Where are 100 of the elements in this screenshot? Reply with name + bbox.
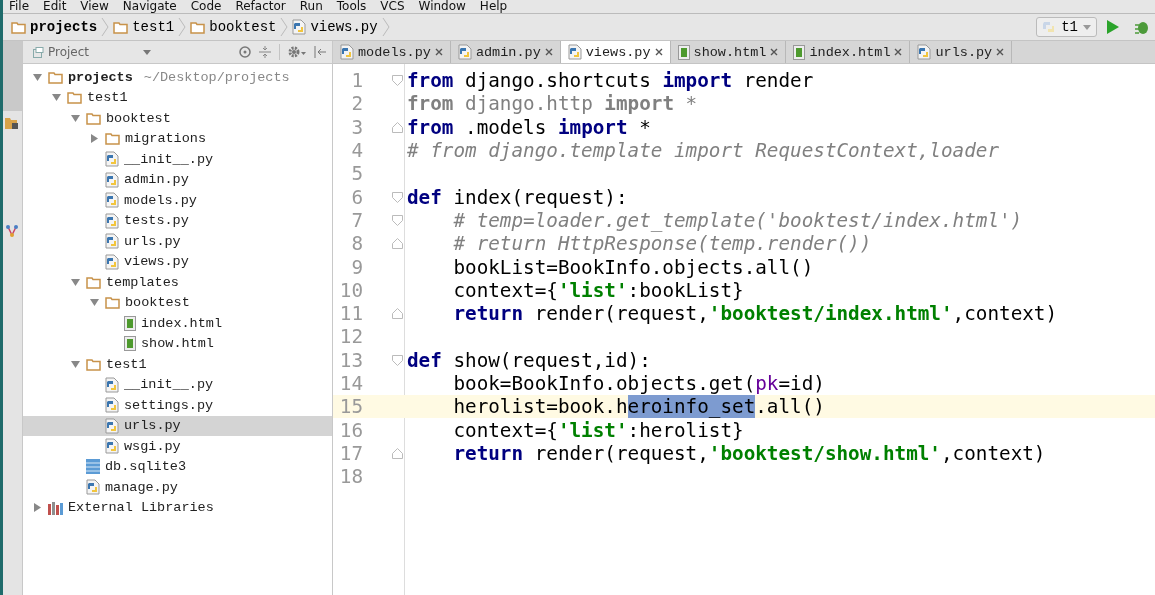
folder-icon: [67, 91, 82, 105]
menu-item[interactable]: View: [80, 0, 109, 13]
menu-item[interactable]: Tools: [336, 0, 367, 13]
breadcrumb-item[interactable]: projects: [11, 19, 98, 35]
tree-item[interactable]: urls.py: [23, 231, 332, 252]
line-number: 3: [350, 115, 363, 139]
fold-marker-icon[interactable]: [392, 214, 403, 226]
menu-item[interactable]: Window: [418, 0, 466, 13]
structure-icon[interactable]: [6, 225, 18, 237]
collapsed-arrow-icon[interactable]: [32, 503, 42, 513]
python-file-icon: [917, 44, 932, 60]
python-file-icon: [105, 171, 119, 188]
line-number: 14: [338, 372, 363, 395]
folder-icon: [86, 111, 101, 125]
fold-marker-icon[interactable]: [392, 121, 403, 133]
close-icon[interactable]: [894, 48, 903, 56]
editor-tab[interactable]: views.py: [560, 41, 671, 63]
folder-icon: [48, 70, 63, 84]
python-file-icon: [86, 479, 100, 496]
tree-item[interactable]: settings.py: [23, 395, 332, 416]
code-line: # from django.template import RequestContext,loader: [407, 139, 1000, 163]
tree-item[interactable]: projects ~/Desktop/projects: [23, 67, 332, 88]
tree-item[interactable]: index.html: [23, 313, 332, 334]
folder-icon: [11, 20, 26, 34]
run-icon[interactable]: [1107, 20, 1119, 34]
python-file-icon: [105, 233, 119, 250]
python-file-icon: [105, 438, 119, 455]
line-number: 16: [338, 418, 363, 442]
tree-item[interactable]: __init__.py: [23, 374, 332, 395]
tree-item[interactable]: test1: [23, 87, 332, 108]
fold-marker-icon[interactable]: [392, 447, 403, 459]
run-config-dropdown[interactable]: t1: [1036, 17, 1097, 37]
database-icon: [86, 459, 100, 475]
menu-item[interactable]: Run: [299, 0, 323, 13]
code-line: context={'list':bookList}: [453, 278, 744, 302]
line-number: 15: [338, 395, 363, 419]
python-file-icon: [105, 192, 119, 209]
target-icon[interactable]: [239, 46, 251, 58]
hide-icon[interactable]: [314, 46, 326, 58]
folder-icon[interactable]: [5, 117, 19, 130]
fold-marker-icon[interactable]: [392, 191, 403, 203]
code-line: bookList=BookInfo.objects.all(): [453, 255, 814, 279]
tree-item[interactable]: External Libraries: [23, 497, 332, 518]
tree-item[interactable]: booktest: [23, 108, 332, 129]
expanded-arrow-icon[interactable]: [32, 72, 42, 82]
line-number: 6: [350, 185, 363, 209]
menu-item[interactable]: Edit: [43, 0, 67, 13]
expanded-arrow-icon[interactable]: [70, 359, 80, 369]
line-number: 4: [350, 139, 363, 163]
python-icon: [1042, 20, 1057, 34]
tree-item[interactable]: migrations: [23, 128, 332, 149]
tree-item[interactable]: tests.py: [23, 210, 332, 231]
chevron-icon: [381, 17, 390, 37]
breadcrumb-item[interactable]: views.py: [292, 19, 378, 35]
folder-icon: [113, 20, 129, 34]
chevron-icon: [280, 17, 289, 37]
menu-item[interactable]: Code: [190, 0, 222, 13]
breadcrumb-item[interactable]: test1: [113, 19, 175, 35]
code-line: from .models import *: [407, 115, 651, 139]
settings-icon[interactable]: [288, 46, 306, 58]
close-icon[interactable]: [654, 48, 663, 56]
tree-item[interactable]: show.html: [23, 333, 332, 354]
tree-item[interactable]: templates: [23, 272, 332, 293]
menu-item[interactable]: VCS: [380, 0, 405, 13]
fold-marker-icon[interactable]: [392, 238, 403, 250]
bug-icon[interactable]: [1135, 20, 1149, 34]
collapsed-arrow-icon[interactable]: [89, 134, 99, 144]
close-icon[interactable]: [770, 48, 779, 56]
tree-item[interactable]: models.py: [23, 190, 332, 211]
fold-marker-icon[interactable]: [392, 75, 403, 87]
tree-item[interactable]: manage.py: [23, 477, 332, 498]
expanded-arrow-icon[interactable]: [89, 298, 99, 308]
folder-icon: [105, 296, 120, 310]
breadcrumb-item[interactable]: booktest: [190, 19, 277, 35]
menu-item[interactable]: File: [9, 0, 30, 13]
html-file-icon: [124, 336, 136, 352]
caret-icon: [143, 49, 151, 55]
tree-item[interactable]: __init__.py: [23, 149, 332, 170]
close-icon[interactable]: [996, 48, 1005, 56]
tree-item[interactable]: wsgi.py: [23, 436, 332, 457]
tree-item[interactable]: views.py: [23, 251, 332, 272]
fold-marker-icon[interactable]: [392, 354, 403, 366]
code-line: from django.shortcuts import render: [407, 69, 814, 93]
close-icon[interactable]: [434, 48, 443, 56]
tree-item[interactable]: urls.py: [23, 415, 332, 436]
tree-item[interactable]: test1: [23, 354, 332, 375]
collapse-icon[interactable]: [259, 46, 271, 58]
folder-icon: [86, 275, 101, 289]
menu-item[interactable]: Refactor: [235, 0, 286, 13]
html-file-icon: [124, 315, 136, 331]
menu-item[interactable]: Help: [479, 0, 508, 13]
code-line: def show(request,id):: [407, 348, 651, 372]
tree-item[interactable]: booktest: [23, 292, 332, 313]
folder-icon: [86, 357, 101, 371]
menu-item[interactable]: Navigate: [122, 0, 177, 13]
close-icon[interactable]: [544, 48, 553, 56]
tree-item[interactable]: db.sqlite3: [23, 456, 332, 477]
fold-marker-icon[interactable]: [392, 308, 403, 320]
tree-item[interactable]: admin.py: [23, 169, 332, 190]
expanded-arrow-icon[interactable]: [70, 277, 80, 287]
